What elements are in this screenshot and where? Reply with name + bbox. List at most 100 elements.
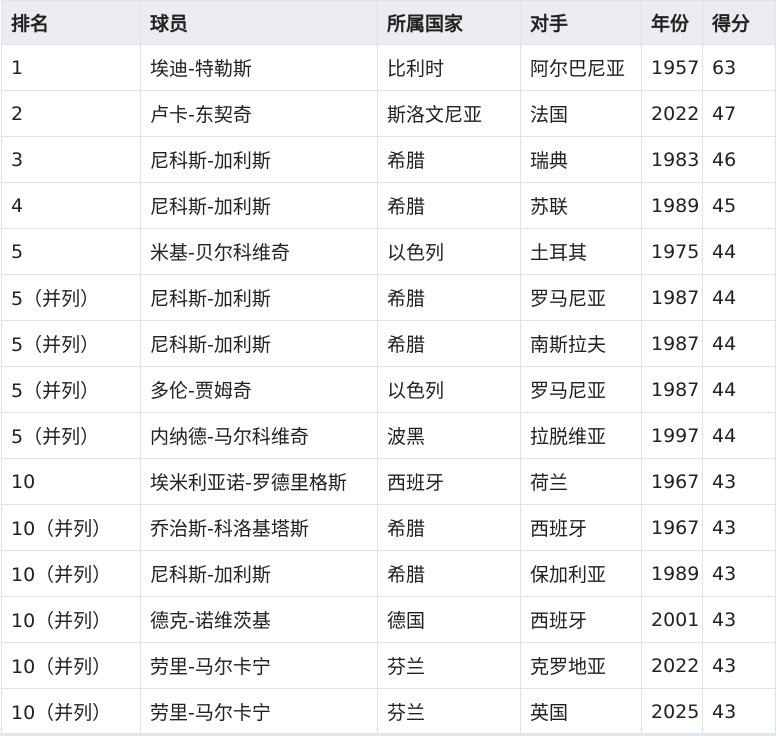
cell-year: 1997 bbox=[641, 412, 703, 459]
cell-rank: 5（并列） bbox=[1, 412, 141, 459]
cell-year: 1967 bbox=[641, 504, 703, 551]
cell-points: 45 bbox=[702, 182, 776, 229]
cell-country: 以色列 bbox=[377, 366, 521, 413]
table-row: 10 埃米利亚诺-罗德里格斯 西班牙 荷兰 1967 43 bbox=[1, 458, 776, 505]
cell-rank: 10（并列） bbox=[1, 688, 141, 735]
table-row: 5（并列） 多伦-贾姆奇 以色列 罗马尼亚 1987 44 bbox=[1, 366, 776, 413]
cell-points: 47 bbox=[702, 90, 776, 137]
cell-year: 1989 bbox=[641, 550, 703, 597]
cell-player: 米基-贝尔科维奇 bbox=[140, 228, 378, 275]
cell-player: 埃迪-特勒斯 bbox=[140, 44, 378, 91]
cell-rank: 5（并列） bbox=[1, 274, 141, 321]
cell-rank: 5（并列） bbox=[1, 320, 141, 367]
cell-points: 44 bbox=[702, 320, 776, 367]
cell-rank: 10 bbox=[1, 458, 141, 505]
cell-player: 德克-诺维茨基 bbox=[140, 596, 378, 643]
cell-country: 芬兰 bbox=[377, 642, 521, 689]
cell-rank: 10（并列） bbox=[1, 596, 141, 643]
table-row: 5（并列） 尼科斯-加利斯 希腊 南斯拉夫 1987 44 bbox=[1, 320, 776, 367]
table-row: 5（并列） 内纳德-马尔科维奇 波黑 拉脱维亚 1997 44 bbox=[1, 412, 776, 459]
cell-rank: 10（并列） bbox=[1, 642, 141, 689]
cell-rank: 3 bbox=[1, 136, 141, 183]
cell-year: 2022 bbox=[641, 90, 703, 137]
table-row: 2 卢卡-东契奇 斯洛文尼亚 法国 2022 47 bbox=[1, 90, 776, 137]
cell-rank: 5 bbox=[1, 228, 141, 275]
cell-points: 44 bbox=[702, 412, 776, 459]
cell-country: 波黑 bbox=[377, 412, 521, 459]
cell-rank: 4 bbox=[1, 182, 141, 229]
cell-player: 乔治斯-科洛基塔斯 bbox=[140, 504, 378, 551]
table-row: 10（并列） 乔治斯-科洛基塔斯 希腊 西班牙 1967 43 bbox=[1, 504, 776, 551]
cell-player: 内纳德-马尔科维奇 bbox=[140, 412, 378, 459]
cell-points: 43 bbox=[702, 550, 776, 597]
cell-country: 希腊 bbox=[377, 136, 521, 183]
cell-opponent: 土耳其 bbox=[520, 228, 642, 275]
table-row: 5 米基-贝尔科维奇 以色列 土耳其 1975 44 bbox=[1, 228, 776, 275]
cell-opponent: 英国 bbox=[520, 688, 642, 735]
cell-opponent: 瑞典 bbox=[520, 136, 642, 183]
cell-points: 44 bbox=[702, 228, 776, 275]
cell-year: 2022 bbox=[641, 642, 703, 689]
cell-player: 尼科斯-加利斯 bbox=[140, 550, 378, 597]
cell-country: 希腊 bbox=[377, 182, 521, 229]
cell-opponent: 保加利亚 bbox=[520, 550, 642, 597]
cell-country: 以色列 bbox=[377, 228, 521, 275]
cell-year: 1957 bbox=[641, 44, 703, 91]
cell-year: 2025 bbox=[641, 688, 703, 735]
table-row: 10（并列） 劳里-马尔卡宁 芬兰 克罗地亚 2022 43 bbox=[1, 642, 776, 689]
cell-player: 尼科斯-加利斯 bbox=[140, 136, 378, 183]
cell-rank: 10（并列） bbox=[1, 550, 141, 597]
cell-year: 1989 bbox=[641, 182, 703, 229]
cell-opponent: 克罗地亚 bbox=[520, 642, 642, 689]
cell-points: 43 bbox=[702, 596, 776, 643]
table-row: 10（并列） 劳里-马尔卡宁 芬兰 英国 2025 43 bbox=[1, 688, 776, 735]
cell-opponent: 法国 bbox=[520, 90, 642, 137]
cell-player: 卢卡-东契奇 bbox=[140, 90, 378, 137]
cell-country: 希腊 bbox=[377, 320, 521, 367]
header-country: 所属国家 bbox=[377, 0, 521, 45]
scoring-records-table-container: 排名 球员 所属国家 对手 年份 得分 1 埃迪-特勒斯 比利时 阿尔巴尼亚 1… bbox=[0, 0, 776, 736]
cell-player: 埃米利亚诺-罗德里格斯 bbox=[140, 458, 378, 505]
cell-rank: 1 bbox=[1, 44, 141, 91]
cell-points: 63 bbox=[702, 44, 776, 91]
cell-opponent: 荷兰 bbox=[520, 458, 642, 505]
cell-year: 1967 bbox=[641, 458, 703, 505]
cell-player: 尼科斯-加利斯 bbox=[140, 274, 378, 321]
cell-points: 44 bbox=[702, 366, 776, 413]
table-header-row: 排名 球员 所属国家 对手 年份 得分 bbox=[1, 0, 776, 45]
cell-country: 希腊 bbox=[377, 550, 521, 597]
cell-country: 西班牙 bbox=[377, 458, 521, 505]
cell-country: 斯洛文尼亚 bbox=[377, 90, 521, 137]
cell-player: 劳里-马尔卡宁 bbox=[140, 642, 378, 689]
header-player: 球员 bbox=[140, 0, 378, 45]
header-opponent: 对手 bbox=[520, 0, 642, 45]
cell-opponent: 阿尔巴尼亚 bbox=[520, 44, 642, 91]
cell-opponent: 拉脱维亚 bbox=[520, 412, 642, 459]
cell-year: 1983 bbox=[641, 136, 703, 183]
cell-year: 1987 bbox=[641, 274, 703, 321]
cell-country: 芬兰 bbox=[377, 688, 521, 735]
header-rank: 排名 bbox=[1, 0, 141, 45]
cell-player: 劳里-马尔卡宁 bbox=[140, 688, 378, 735]
cell-opponent: 苏联 bbox=[520, 182, 642, 229]
cell-year: 1987 bbox=[641, 366, 703, 413]
cell-points: 46 bbox=[702, 136, 776, 183]
cell-year: 1975 bbox=[641, 228, 703, 275]
cell-opponent: 西班牙 bbox=[520, 504, 642, 551]
cell-country: 希腊 bbox=[377, 274, 521, 321]
table-row: 10（并列） 德克-诺维茨基 德国 西班牙 2001 43 bbox=[1, 596, 776, 643]
cell-opponent: 西班牙 bbox=[520, 596, 642, 643]
cell-year: 1987 bbox=[641, 320, 703, 367]
cell-year: 2001 bbox=[641, 596, 703, 643]
cell-points: 43 bbox=[702, 688, 776, 735]
table-row: 10（并列） 尼科斯-加利斯 希腊 保加利亚 1989 43 bbox=[1, 550, 776, 597]
cell-opponent: 南斯拉夫 bbox=[520, 320, 642, 367]
cell-player: 多伦-贾姆奇 bbox=[140, 366, 378, 413]
table-row: 4 尼科斯-加利斯 希腊 苏联 1989 45 bbox=[1, 182, 776, 229]
scoring-records-table: 排名 球员 所属国家 对手 年份 得分 1 埃迪-特勒斯 比利时 阿尔巴尼亚 1… bbox=[1, 0, 776, 735]
cell-opponent: 罗马尼亚 bbox=[520, 274, 642, 321]
cell-rank: 10（并列） bbox=[1, 504, 141, 551]
cell-points: 43 bbox=[702, 458, 776, 505]
cell-points: 43 bbox=[702, 642, 776, 689]
table-row: 3 尼科斯-加利斯 希腊 瑞典 1983 46 bbox=[1, 136, 776, 183]
